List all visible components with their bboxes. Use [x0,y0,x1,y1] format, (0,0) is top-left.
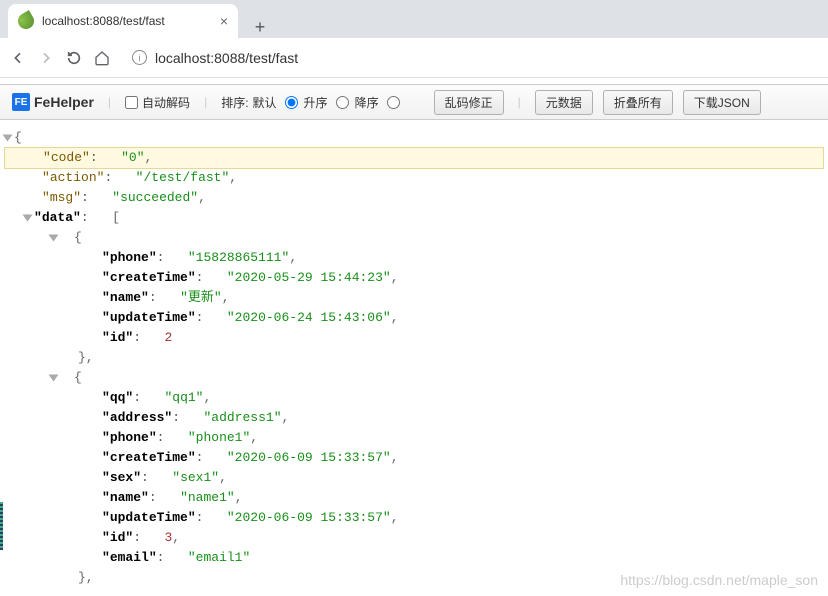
auto-decode-checkbox[interactable]: 自动解码 [125,94,190,111]
address-bar[interactable]: i localhost:8088/test/fast [122,50,818,66]
toggle-icon[interactable] [49,235,59,242]
json-line[interactable]: "name": "name1", [4,488,824,508]
json-line[interactable]: "sex": "sex1", [4,468,824,488]
sidebar-marks [0,502,3,550]
spring-leaf-icon [15,10,37,32]
back-icon[interactable] [10,50,26,66]
tab-title: localhost:8088/test/fast [42,14,212,28]
site-info-icon[interactable]: i [132,50,147,65]
json-line: { [4,128,824,148]
close-icon[interactable]: × [220,13,228,29]
json-viewer: { "code": "0", "action": "/test/fast", "… [0,120,828,596]
browser-tab[interactable]: localhost:8088/test/fast × [8,4,238,38]
auto-decode-input[interactable] [125,96,138,109]
home-icon[interactable] [94,50,110,66]
json-line: "data": [ [4,208,824,228]
toggle-icon[interactable] [23,215,33,222]
sort-desc-radio[interactable] [387,96,400,109]
json-line[interactable]: "action": "/test/fast", [4,168,824,188]
json-line[interactable]: "phone": "15828865111", [4,248,824,268]
json-line: { [4,228,824,248]
json-line[interactable]: "id": 2 [4,328,824,348]
json-line[interactable]: "id": 3, [4,528,824,548]
json-line[interactable]: "createTime": "2020-06-09 15:33:57", [4,448,824,468]
fix-encoding-button[interactable]: 乱码修正 [434,90,504,115]
divider: | [518,95,521,109]
forward-icon [38,50,54,66]
divider: | [108,95,111,109]
new-tab-button[interactable]: + [246,17,274,38]
json-line[interactable]: "phone": "phone1", [4,428,824,448]
json-line[interactable]: "address": "address1", [4,408,824,428]
metadata-button[interactable]: 元数据 [535,90,593,115]
json-line: }, [4,348,824,368]
json-line[interactable]: "code": "0", [4,147,824,169]
json-line[interactable]: "updateTime": "2020-06-24 15:43:06", [4,308,824,328]
toggle-icon[interactable] [3,135,13,142]
collapse-all-button[interactable]: 折叠所有 [603,90,673,115]
browser-tab-strip: localhost:8088/test/fast × + [0,0,828,38]
json-line[interactable]: "name": "更新", [4,288,824,308]
json-line[interactable]: "qq": "qq1", [4,388,824,408]
fehelper-badge-icon: FE [12,93,30,111]
browser-toolbar: i localhost:8088/test/fast [0,38,828,78]
json-line[interactable]: "msg": "succeeded", [4,188,824,208]
sort-asc-radio[interactable] [336,96,349,109]
json-line[interactable]: "updateTime": "2020-06-09 15:33:57", [4,508,824,528]
fehelper-logo[interactable]: FE FeHelper [12,93,94,111]
json-line[interactable]: "createTime": "2020-05-29 15:44:23", [4,268,824,288]
json-line: }, [4,568,824,588]
json-line[interactable]: "email": "email1" [4,548,824,568]
url-text: localhost:8088/test/fast [155,50,298,66]
fehelper-toolbar: FE FeHelper | 自动解码 | 排序: 默认 升序 降序 乱码修正 |… [0,84,828,120]
sort-default-radio[interactable] [285,96,298,109]
divider: | [204,95,207,109]
download-json-button[interactable]: 下载JSON [683,90,761,115]
toggle-icon[interactable] [49,375,59,382]
json-line: { [4,368,824,388]
reload-icon[interactable] [66,50,82,66]
sort-radio-group: 排序: 默认 升序 降序 [221,94,401,111]
